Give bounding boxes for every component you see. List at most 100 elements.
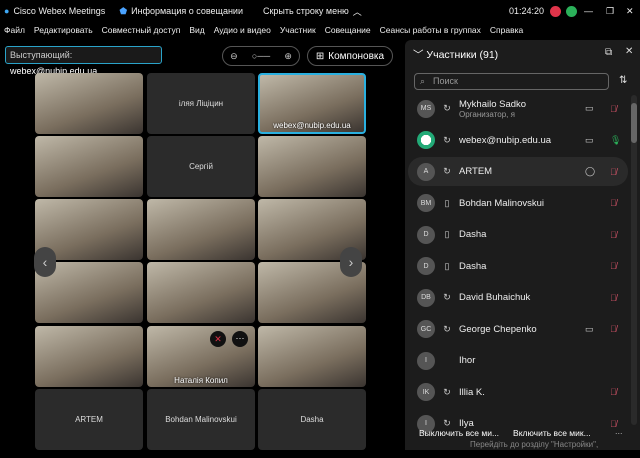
video-icon[interactable]: ▭ <box>585 324 594 335</box>
app-title: Cisco Webex Meetings <box>13 6 106 16</box>
video-tile[interactable] <box>258 136 366 197</box>
menu-participant[interactable]: Участник <box>280 25 316 35</box>
network-icon[interactable] <box>566 5 577 17</box>
video-icon[interactable]: ▭ <box>585 103 594 114</box>
participant-name: Bohdan Malinovskui <box>459 197 545 209</box>
video-tile[interactable]: ARTEM <box>35 389 143 450</box>
meeting-info-button[interactable]: Информация о совещании <box>131 6 243 16</box>
video-tile[interactable] <box>147 199 255 260</box>
mic-muted-icon[interactable]: 🎙̸ <box>610 293 617 303</box>
participant-row[interactable]: D ▯ Dasha 🎙̸ <box>408 252 628 281</box>
scrollbar-thumb[interactable] <box>631 103 637 143</box>
mic-muted-icon[interactable]: 🎙̸ <box>610 167 617 177</box>
popout-icon[interactable]: ⧉ <box>605 47 612 58</box>
hide-menu-button[interactable]: Скрыть строку меню <box>263 6 349 16</box>
participant-name: Illia K. <box>459 386 485 398</box>
participant-row[interactable]: IK ↻ Illia K. 🎙̸ <box>408 378 628 407</box>
headset-icon: ↻ <box>443 323 451 334</box>
prev-page-button[interactable]: ‹ <box>34 247 56 277</box>
participant-row[interactable]: DB ↻ David Buhaichuk 🎙̸ <box>408 283 628 312</box>
zoom-slider[interactable]: ⊖ ○── ⊕ <box>222 46 300 66</box>
avatar: MS <box>417 99 435 118</box>
headset-icon: ↻ <box>443 292 451 302</box>
tile-name: Bohdan Malinovskui <box>165 415 237 424</box>
headset-icon: ↻ <box>443 103 451 113</box>
participant-row[interactable]: A ↻ ARTEM ◯ 🎙̸ <box>408 157 628 186</box>
menu-audio-video[interactable]: Аудио и видео <box>214 25 271 35</box>
mic-icon[interactable]: 🎙 <box>610 135 621 146</box>
menu-view[interactable]: Вид <box>189 25 204 35</box>
scrollbar[interactable] <box>631 95 637 425</box>
zoom-in-icon[interactable]: ⊕ <box>284 51 292 62</box>
tile-name: Сергій <box>189 162 213 171</box>
menu-bar: Файл Редактировать Совместный доступ Вид… <box>0 22 523 38</box>
menu-edit[interactable]: Редактировать <box>34 25 93 35</box>
participant-name: George Chepenko <box>459 323 537 335</box>
video-tile[interactable] <box>147 262 255 323</box>
participants-panel: ﹀ Участники (91) ⧉ ✕ ⌕ Поиск ⇅ MS ↻ Mykhai… <box>405 40 640 450</box>
participant-row[interactable]: ↻ webex@nubip.edu.ua ▭ 🎙 <box>408 126 628 155</box>
layout-button[interactable]: ⊞ Компоновка <box>307 46 393 66</box>
participant-name: Mykhailo Sadko <box>459 98 527 110</box>
minimize-button[interactable]: — <box>584 6 593 16</box>
chevron-up-icon[interactable]: ︿ <box>353 5 362 18</box>
mic-muted-icon[interactable]: 🎙̸ <box>610 261 617 271</box>
mic-muted-icon[interactable]: 🎙̸ <box>610 230 617 240</box>
menu-share[interactable]: Совместный доступ <box>102 25 181 35</box>
participant-row[interactable]: I Ihor <box>408 346 628 375</box>
mic-muted-icon[interactable]: 🎙̸ <box>610 387 617 397</box>
avatar: BM <box>417 194 435 212</box>
tile-mute-icon[interactable]: ✕ <box>210 331 226 347</box>
mic-muted-icon[interactable]: 🎙̸ <box>610 324 617 334</box>
video-tile[interactable] <box>35 73 143 134</box>
panel-header[interactable]: ﹀ Участники (91) <box>413 47 498 62</box>
chat-icon[interactable]: ◯ <box>585 166 595 177</box>
video-tile[interactable] <box>35 136 143 197</box>
participant-role: Организатор, я <box>459 109 515 119</box>
recording-icon[interactable] <box>550 5 561 17</box>
video-tile[interactable] <box>35 326 143 387</box>
panel-title: Участники (91) <box>426 49 499 61</box>
avatar: DB <box>417 288 435 307</box>
more-options-button[interactable]: ... <box>615 426 623 436</box>
participant-row[interactable]: GC ↻ George Chepenko ▭ 🎙̸ <box>408 315 628 344</box>
grid-icon: ⊞ <box>315 50 325 62</box>
restore-button[interactable]: ❐ <box>606 6 614 17</box>
unmute-all-button[interactable]: Включить все мик... <box>513 428 591 438</box>
mic-muted-icon[interactable]: 🎙̸ <box>610 198 617 208</box>
avatar <box>417 131 435 149</box>
tile-more-button[interactable]: ··· <box>232 331 248 347</box>
mic-muted-icon[interactable]: 🎙̸ <box>610 104 617 114</box>
menu-file[interactable]: Файл <box>4 25 25 35</box>
avatar: D <box>417 257 435 275</box>
webex-logo-icon: ● <box>4 6 10 16</box>
search-input[interactable]: ⌕ Поиск <box>414 73 609 90</box>
video-tile[interactable]: Сергій <box>147 136 255 197</box>
close-panel-icon[interactable]: ✕ <box>625 46 633 57</box>
video-tile[interactable]: Dasha <box>258 389 366 450</box>
video-tile[interactable]: Bohdan Malinovskui <box>147 389 255 450</box>
sort-icon[interactable]: ⇅ <box>619 75 627 86</box>
menu-help[interactable]: Справка <box>490 25 523 35</box>
close-button[interactable]: ✕ <box>626 6 634 17</box>
menu-breakout[interactable]: Сеансы работы в группах <box>380 25 481 35</box>
video-tile[interactable]: іляя Ліціцин <box>147 73 255 134</box>
layout-label: Компоновка <box>328 50 385 62</box>
participant-row[interactable]: MS ↻ Mykhailo Sadko Организатор, я ▭ 🎙̸ <box>408 94 628 123</box>
avatar: A <box>417 162 435 181</box>
video-tile[interactable] <box>258 326 366 387</box>
shield-icon: ⬟ <box>119 5 128 16</box>
video-icon[interactable]: ▭ <box>585 135 594 146</box>
avatar: I <box>417 351 435 370</box>
next-page-button[interactable]: › <box>340 247 362 277</box>
presenter-indicator[interactable]: Выступающий: webex@nubip.edu.ua <box>5 46 162 76</box>
zoom-slider-track[interactable]: ○── <box>252 51 270 61</box>
zoom-out-icon[interactable]: ⊖ <box>230 51 238 62</box>
search-placeholder: Поиск <box>433 76 458 86</box>
mute-all-button[interactable]: Выключить все ми... <box>419 428 499 438</box>
video-tile[interactable]: webex@nubip.edu.ua <box>258 73 366 134</box>
menu-meeting[interactable]: Совещание <box>325 25 371 35</box>
chevron-down-icon[interactable]: ﹀ <box>413 49 424 61</box>
participant-row[interactable]: D ▯ Dasha 🎙̸ <box>408 220 628 249</box>
participant-row[interactable]: BM ▯ Bohdan Malinovskui 🎙̸ <box>408 189 628 218</box>
